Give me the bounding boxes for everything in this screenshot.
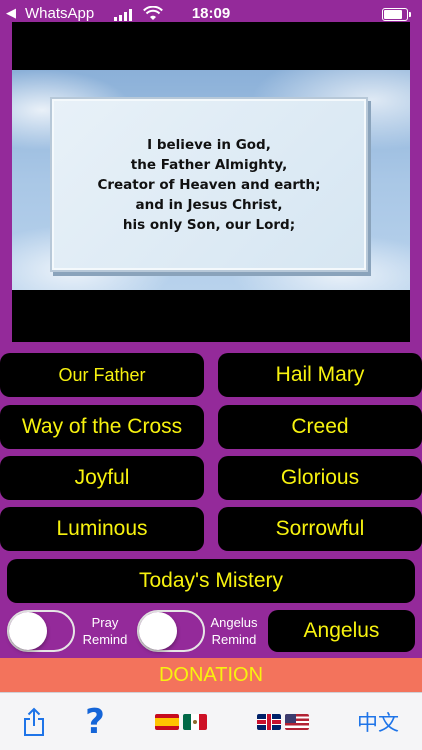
angelus-remind-label-line2: Remind: [211, 632, 257, 647]
our-father-button[interactable]: Our Father: [0, 353, 204, 397]
prayer-line: I believe in God,: [147, 136, 271, 153]
prayer-video-player[interactable]: I believe in God, the Father Almighty, C…: [12, 22, 410, 342]
pray-remind-label-line2: Remind: [82, 632, 128, 647]
spanish-language-button[interactable]: [146, 693, 216, 750]
share-button[interactable]: [14, 693, 54, 750]
pray-remind-label-line1: Pray: [91, 615, 119, 630]
spain-flag-icon: [155, 714, 179, 730]
prayer-line: his only Son, our Lord;: [122, 216, 296, 233]
mexico-flag-icon: [183, 714, 207, 730]
toggle-knob: [9, 612, 47, 650]
us-flag-icon: [285, 714, 309, 730]
help-button[interactable]: ?: [75, 693, 115, 750]
battery-icon: [382, 8, 411, 21]
sorrowful-mysteries-button[interactable]: Sorrowful: [218, 507, 422, 551]
share-icon: [24, 707, 44, 736]
angelus-remind-label: Angelus Remind: [206, 614, 262, 648]
hail-mary-button[interactable]: Hail Mary: [218, 353, 422, 397]
sky-background: I believe in God, the Father Almighty, C…: [12, 70, 410, 290]
bottom-toolbar: ? 中文: [0, 692, 422, 750]
donation-button[interactable]: DONATION: [0, 658, 422, 692]
status-time: 18:09: [191, 5, 231, 22]
toggle-knob: [139, 612, 177, 650]
glorious-mysteries-button[interactable]: Glorious: [218, 456, 422, 500]
angelus-button[interactable]: Angelus: [268, 610, 415, 652]
uk-flag-icon: [257, 714, 281, 730]
joyful-mysteries-button[interactable]: Joyful: [0, 456, 204, 500]
angelus-remind-label-line1: Angelus: [210, 615, 258, 630]
todays-mystery-button[interactable]: Today's Mistery: [7, 559, 415, 603]
angelus-remind-toggle[interactable]: [137, 610, 205, 652]
chinese-language-button[interactable]: 中文: [350, 693, 406, 750]
luminous-mysteries-button[interactable]: Luminous: [0, 507, 204, 551]
english-language-button[interactable]: [250, 693, 316, 750]
prayer-line: and in Jesus Christ,: [135, 196, 283, 213]
prayer-line: the Father Almighty,: [130, 156, 288, 173]
way-of-the-cross-button[interactable]: Way of the Cross: [0, 405, 204, 449]
pray-remind-toggle[interactable]: [7, 610, 75, 652]
creed-button[interactable]: Creed: [218, 405, 422, 449]
prayer-text: I believe in God, the Father Almighty, C…: [97, 135, 320, 235]
prayer-line: Creator of Heaven and earth;: [97, 176, 321, 193]
prayer-text-card: I believe in God, the Father Almighty, C…: [50, 97, 368, 272]
pray-remind-label: Pray Remind: [82, 614, 128, 648]
